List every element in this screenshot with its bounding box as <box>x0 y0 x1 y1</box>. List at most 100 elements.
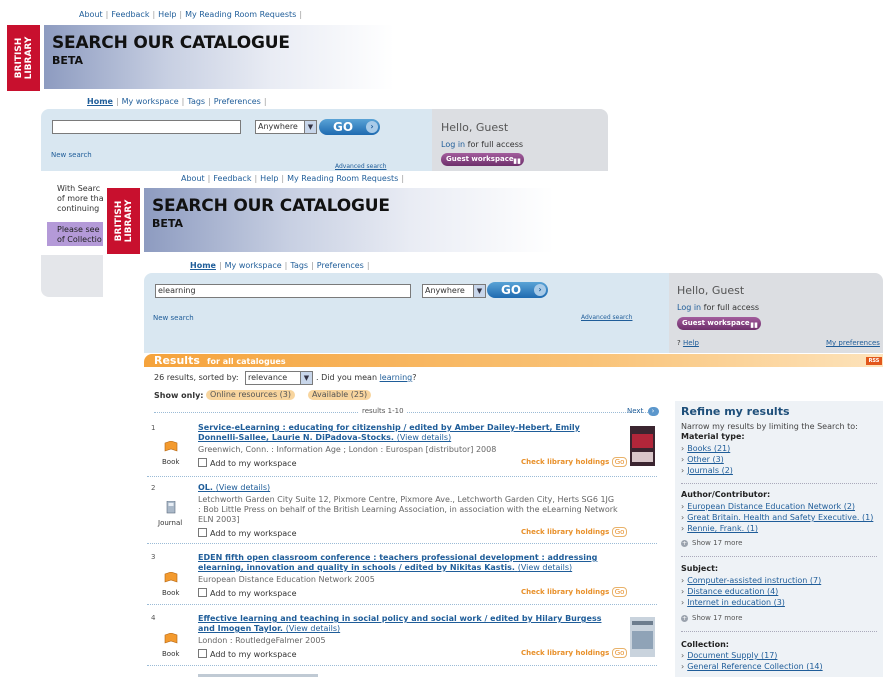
chevron-right-icon: › <box>681 576 685 585</box>
bg-search-input[interactable] <box>52 120 241 134</box>
refine-title: Refine my results <box>681 405 790 418</box>
checkbox[interactable] <box>198 588 207 597</box>
view-details-link[interactable]: (View details) <box>216 483 270 492</box>
facet-item[interactable]: › Computer-assisted instruction (7) <box>681 576 821 585</box>
sort-select[interactable]: relevance ▼ <box>245 371 313 385</box>
check-library-holdings[interactable]: Check library holdings Go <box>521 648 628 658</box>
help-link[interactable]: ? Help <box>677 339 699 347</box>
facet-item[interactable]: › Books (21) <box>681 444 730 453</box>
bg-link-feedback[interactable]: Feedback <box>111 10 149 19</box>
filter-online-resources[interactable]: Online resources (3) <box>206 390 295 400</box>
chevron-right-icon: › <box>681 587 685 596</box>
result-meta: London : RoutledgeFalmer 2005 <box>198 636 326 645</box>
facet-item[interactable]: › European Distance Education Network (2) <box>681 502 855 511</box>
results-header-bar: Results for all catalogues RSS <box>144 354 883 367</box>
advanced-search-link[interactable]: Advanced search <box>581 314 632 321</box>
filter-available[interactable]: Available (25) <box>308 390 372 400</box>
facet-subject-label: Subject: <box>681 564 719 573</box>
add-to-workspace[interactable]: Add to my workspace <box>198 649 297 659</box>
bg-login-link[interactable]: Log in <box>441 140 465 149</box>
show-more-subjects[interactable]: + Show 17 more <box>681 614 742 622</box>
bg-nav-workspace[interactable]: My workspace <box>122 97 179 106</box>
chevron-right-icon: › <box>647 407 659 416</box>
rss-icon[interactable]: RSS <box>866 357 882 365</box>
bg-hello: Hello, Guest <box>441 121 509 134</box>
bg-guest-workspace-button[interactable]: Guest workspace ▮▮ <box>441 153 524 166</box>
nav-my-workspace[interactable]: My workspace <box>225 261 282 270</box>
scope-select[interactable]: Anywhere ▼ <box>422 284 486 298</box>
book-icon <box>164 633 178 644</box>
nav-tags[interactable]: Tags <box>290 261 308 270</box>
facet-item[interactable]: › Other (3) <box>681 455 724 464</box>
result-title[interactable]: Service-eLearning : educating for citize… <box>198 423 608 443</box>
result-title[interactable]: OL. (View details) <box>198 483 608 493</box>
facet-item[interactable]: › General Reference Collection (14) <box>681 662 823 671</box>
bg-nav-home[interactable]: Home <box>87 97 113 106</box>
result-number: 3 <box>151 553 156 561</box>
facet-item[interactable]: › Document Supply (17) <box>681 651 777 660</box>
checkbox[interactable] <box>198 458 207 467</box>
bg-link-about[interactable]: About <box>79 10 103 19</box>
check-library-holdings[interactable]: Check library holdings Go <box>521 587 628 597</box>
bg-new-search[interactable]: New search <box>51 151 92 159</box>
foreground-window: About | Feedback | Help | My Reading Room Requ… <box>103 171 883 677</box>
nav-home[interactable]: Home <box>190 261 216 270</box>
bg-advanced-search[interactable]: Advanced search <box>335 163 386 170</box>
login-link[interactable]: Log in <box>677 303 701 312</box>
link-reading-room[interactable]: My Reading Room Requests <box>287 174 398 183</box>
link-help[interactable]: Help <box>260 174 278 183</box>
results-scope: for all catalogues <box>207 357 286 366</box>
chevron-down-icon: ▼ <box>300 372 312 384</box>
new-search-link[interactable]: New search <box>153 314 194 322</box>
show-more-authors[interactable]: + Show 17 more <box>681 539 742 547</box>
chevron-right-icon: › <box>366 121 378 133</box>
bg-scope-select[interactable]: Anywhere ▼ <box>255 120 317 134</box>
result-meta: Letchworth Garden City Suite 12, Pixmore… <box>198 495 618 524</box>
facet-item[interactable]: › Journals (2) <box>681 466 733 475</box>
link-feedback[interactable]: Feedback <box>213 174 251 183</box>
checkbox[interactable] <box>198 649 207 658</box>
plus-icon: + <box>681 540 688 547</box>
add-to-workspace[interactable]: Add to my workspace <box>198 458 297 468</box>
guest-workspace-button[interactable]: Guest workspace ▮▮ <box>677 317 761 330</box>
checkbox[interactable] <box>198 528 207 537</box>
facet-item[interactable]: › Internet in education (3) <box>681 598 785 607</box>
view-details-link[interactable]: (View details) <box>518 563 572 572</box>
facet-item[interactable]: › Great Britain. Health and Safety Execut… <box>681 513 873 522</box>
bg-go-button[interactable]: GO › <box>319 119 380 135</box>
link-about[interactable]: About <box>181 174 205 183</box>
did-you-mean-link[interactable]: learning <box>380 373 413 382</box>
chevron-down-icon: ▼ <box>304 121 316 133</box>
next-link[interactable]: Next › <box>627 407 659 416</box>
bg-nav-tags[interactable]: Tags <box>187 97 205 106</box>
chevron-right-icon: › <box>534 284 546 296</box>
add-to-workspace[interactable]: Add to my workspace <box>198 528 297 538</box>
chevron-right-icon: › <box>681 598 685 607</box>
chevron-right-icon: › <box>681 651 685 660</box>
british-library-logo[interactable]: BRITISH LIBRARY <box>107 188 140 254</box>
add-to-workspace[interactable]: Add to my workspace <box>198 588 297 598</box>
bg-login-text: Log in for full access <box>441 140 524 149</box>
bg-banner: SEARCH OUR CATALOGUE BETA <box>44 25 394 89</box>
view-details-link[interactable]: (View details) <box>286 624 340 633</box>
bg-nav-preferences[interactable]: Preferences <box>214 97 261 106</box>
show-only-label: Show only: <box>154 391 204 400</box>
result-title[interactable]: Effective learning and teaching in socia… <box>198 614 608 634</box>
facet-item[interactable]: › Distance education (4) <box>681 587 778 596</box>
result-title[interactable]: EDEN fifth open classroom conference : t… <box>198 553 608 573</box>
check-library-holdings[interactable]: Check library holdings Go <box>521 457 628 467</box>
facet-divider <box>681 556 877 557</box>
go-button[interactable]: GO › <box>487 282 548 298</box>
result-divider <box>147 476 657 477</box>
search-input[interactable]: elearning <box>155 284 411 298</box>
results-heading: Results <box>154 354 200 367</box>
facet-item[interactable]: › Rennie, Frank. (1) <box>681 524 758 533</box>
check-library-holdings[interactable]: Check library holdings Go <box>521 527 628 537</box>
view-details-link[interactable]: (View details) <box>397 433 451 442</box>
bg-link-reading-room[interactable]: My Reading Room Requests <box>185 10 296 19</box>
british-library-logo[interactable]: BRITISH LIBRARY <box>7 25 40 91</box>
my-preferences-link[interactable]: My preferences <box>826 339 880 347</box>
bg-link-help[interactable]: Help <box>158 10 176 19</box>
result-divider <box>147 665 657 666</box>
nav-preferences[interactable]: Preferences <box>317 261 364 270</box>
